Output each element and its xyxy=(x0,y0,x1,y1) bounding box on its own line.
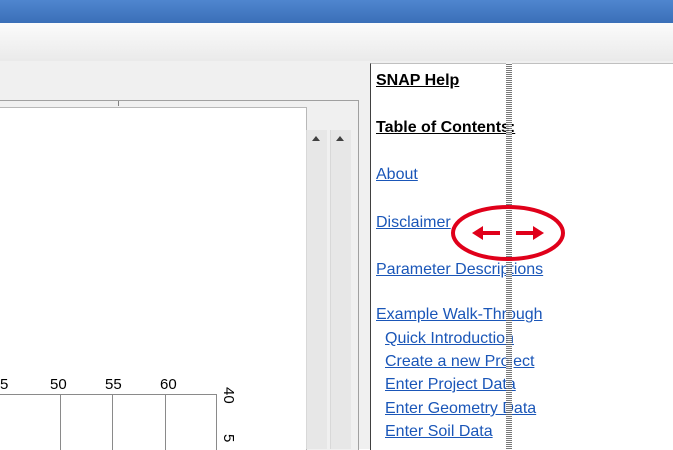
link-parameter-descriptions[interactable]: Parameter Descriptions xyxy=(376,261,543,279)
link-example-walk-through[interactable]: Example Walk-Through xyxy=(376,306,543,324)
vertical-scrollbar[interactable] xyxy=(330,130,351,449)
plot-canvas: 5 50 55 60 40 5 xyxy=(0,107,307,450)
scroll-up-arrow-icon[interactable] xyxy=(336,136,344,141)
chart-right-border xyxy=(216,394,217,450)
link-quick-introduction[interactable]: Quick Introduction xyxy=(385,330,514,348)
window-titlebar xyxy=(0,0,673,23)
help-title: SNAP Help xyxy=(376,72,460,89)
grid-line xyxy=(60,394,61,450)
left-arrow-icon xyxy=(472,226,500,240)
annotation-ellipse xyxy=(451,205,565,261)
grid-line xyxy=(112,394,113,450)
y-tick-label: 5 xyxy=(220,434,237,443)
toolbar-strip xyxy=(0,23,673,61)
link-enter-project-data[interactable]: Enter Project Data xyxy=(385,376,516,394)
scroll-up-arrow-icon[interactable] xyxy=(312,136,320,141)
resize-annotation xyxy=(451,205,565,261)
ruler-tick xyxy=(118,101,119,106)
chart-top-border xyxy=(0,394,217,395)
toc-heading: Table of Contents: xyxy=(376,119,516,136)
x-tick-label: 55 xyxy=(105,376,122,393)
y-tick-label: 40 xyxy=(220,387,237,404)
link-enter-geometry-data[interactable]: Enter Geometry Data xyxy=(385,400,536,418)
x-tick-label: 50 xyxy=(50,376,67,393)
x-tick-label: 5 xyxy=(0,376,9,393)
right-arrow-icon xyxy=(516,226,544,240)
link-enter-soil-data[interactable]: Enter Soil Data xyxy=(385,423,493,441)
x-tick-label: 60 xyxy=(160,376,177,393)
grid-line xyxy=(165,394,166,450)
link-about[interactable]: About xyxy=(376,166,418,184)
link-disclaimer[interactable]: Disclaimer xyxy=(376,214,451,232)
vertical-scrollbar[interactable] xyxy=(306,130,327,449)
